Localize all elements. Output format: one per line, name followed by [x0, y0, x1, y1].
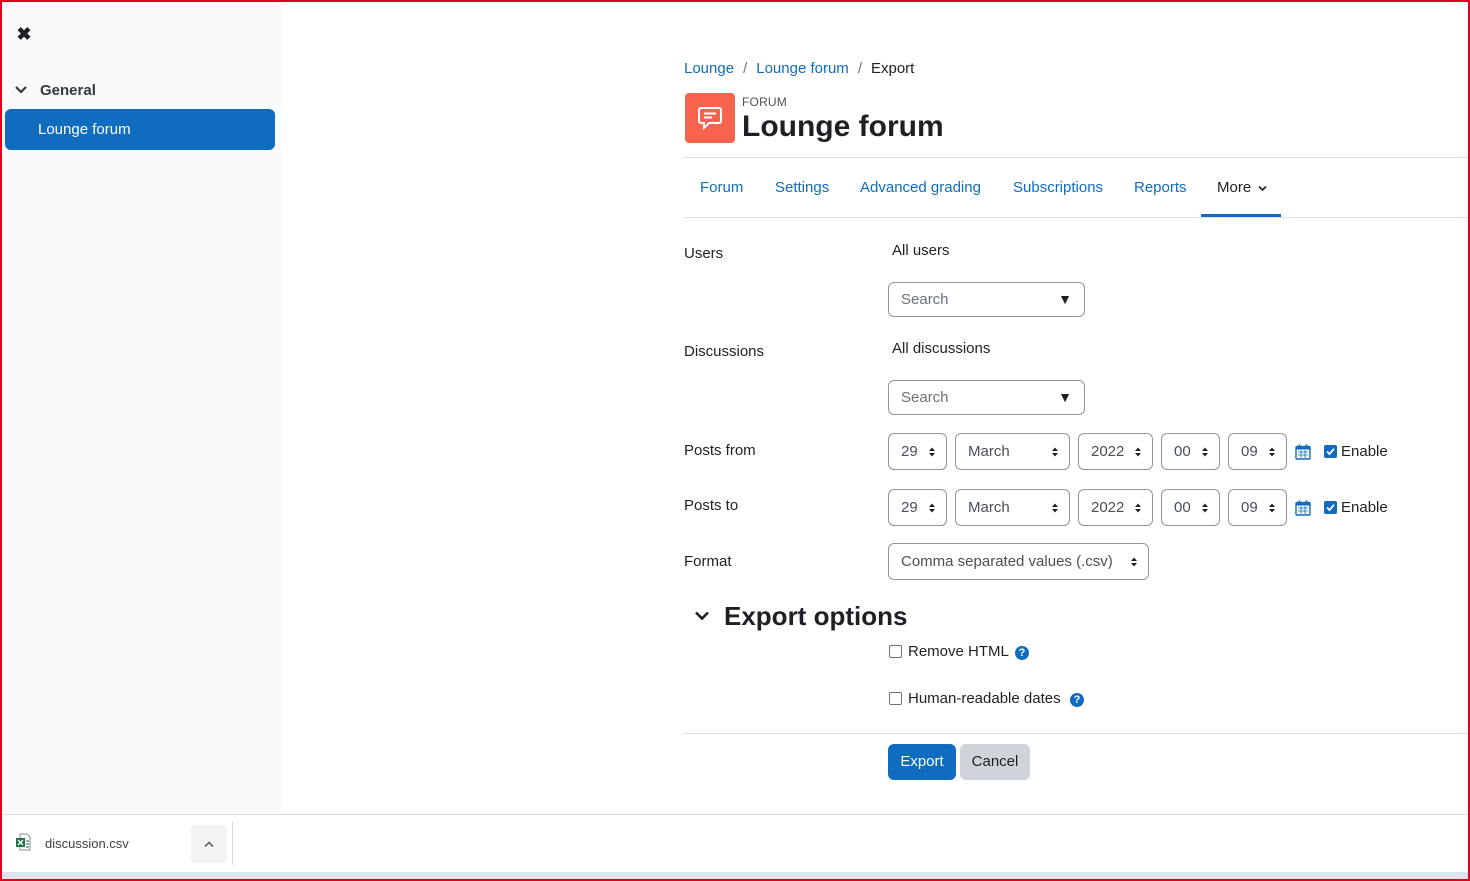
breadcrumb-separator: / [743, 60, 748, 77]
chevron-up-icon [204, 841, 214, 848]
posts-from-month-value: March [968, 443, 1010, 460]
breadcrumb-lounge-forum[interactable]: Lounge forum [756, 60, 849, 77]
breadcrumb: Lounge / Lounge forum / Export [684, 60, 914, 77]
posts-from-month-select[interactable]: March [955, 433, 1070, 470]
users-search-placeholder: Search [901, 291, 949, 308]
sort-arrows-icon [1202, 503, 1208, 513]
course-index-drawer: ✖ General Lounge forum [2, 2, 281, 813]
calendar-icon[interactable] [1295, 500, 1311, 516]
cancel-button[interactable]: Cancel [960, 744, 1030, 780]
chevron-down-icon [15, 86, 27, 94]
section-general-label: General [40, 81, 96, 99]
remove-html-label: Remove HTML [908, 643, 1009, 660]
help-icon[interactable]: ? [1015, 646, 1029, 660]
posts-to-minute-select[interactable]: 09 [1228, 489, 1287, 526]
download-bar: discussion.csv [2, 814, 1468, 873]
drawer-item-lounge-forum[interactable]: Lounge forum [5, 109, 275, 150]
posts-to-enable-checkbox[interactable] [1324, 501, 1337, 514]
module-type-label: FORUM [742, 95, 787, 109]
posts-from-label: Posts from [684, 442, 756, 459]
remove-html-checkbox[interactable] [889, 645, 902, 658]
posts-to-label: Posts to [684, 497, 739, 514]
format-label: Format [684, 553, 732, 570]
sort-arrows-icon [1131, 557, 1137, 567]
excel-file-icon [16, 833, 31, 851]
posts-to-hour-select[interactable]: 00 [1161, 489, 1220, 526]
chevron-down-icon[interactable] [694, 609, 710, 623]
posts-to-minute-value: 09 [1241, 499, 1258, 516]
secondary-navigation: Forum Settings Advanced grading Subscrip… [684, 157, 1468, 218]
posts-from-minute-select[interactable]: 09 [1228, 433, 1287, 470]
discussions-selection: All discussions [892, 340, 991, 357]
sort-arrows-icon [1269, 447, 1275, 457]
dropdown-triangle-icon: ▼ [1058, 291, 1072, 307]
sort-arrows-icon [929, 447, 935, 457]
download-options-button[interactable] [191, 825, 227, 863]
chat-bubble-icon [698, 107, 722, 131]
sort-arrows-icon [1052, 503, 1058, 513]
export-button[interactable]: Export [888, 744, 956, 780]
posts-from-year-value: 2022 [1091, 443, 1125, 460]
posts-to-enable-label: Enable [1341, 499, 1388, 516]
sort-arrows-icon [1202, 447, 1208, 457]
posts-from-enable-label: Enable [1341, 443, 1388, 460]
posts-to-hour-value: 00 [1174, 499, 1191, 516]
tab-settings[interactable]: Settings [775, 158, 829, 217]
format-select-value: Comma separated values (.csv) [901, 553, 1113, 570]
download-filename[interactable]: discussion.csv [45, 836, 129, 851]
sort-arrows-icon [1052, 447, 1058, 457]
posts-from-hour-value: 00 [1174, 443, 1191, 460]
tab-forum[interactable]: Forum [700, 158, 743, 217]
close-drawer-icon[interactable]: ✖ [14, 22, 34, 46]
posts-from-minute-value: 09 [1241, 443, 1258, 460]
human-readable-dates-checkbox[interactable] [889, 692, 902, 705]
page-title: Lounge forum [742, 110, 944, 143]
forum-icon [685, 93, 735, 143]
format-select[interactable]: Comma separated values (.csv) [888, 543, 1149, 580]
users-search-select[interactable]: Search ▼ [888, 282, 1085, 317]
posts-from-day-select[interactable]: 29 [888, 433, 947, 470]
download-divider [232, 821, 233, 865]
users-selection: All users [892, 242, 950, 259]
breadcrumb-separator: / [857, 60, 862, 77]
sort-arrows-icon [1135, 503, 1141, 513]
posts-from-hour-select[interactable]: 00 [1161, 433, 1220, 470]
chevron-down-icon [1258, 185, 1267, 192]
posts-to-year-select[interactable]: 2022 [1078, 489, 1153, 526]
tab-advanced-grading[interactable]: Advanced grading [860, 158, 981, 217]
sort-arrows-icon [929, 503, 935, 513]
tab-reports[interactable]: Reports [1134, 158, 1187, 217]
posts-to-month-value: March [968, 499, 1010, 516]
users-label: Users [684, 245, 724, 262]
help-icon[interactable]: ? [1070, 693, 1084, 707]
posts-from-day-value: 29 [901, 443, 918, 460]
discussions-label: Discussions [684, 343, 765, 360]
tab-more-label: More [1217, 179, 1252, 196]
tab-more[interactable]: More [1201, 158, 1281, 217]
posts-to-day-value: 29 [901, 499, 918, 516]
discussions-search-placeholder: Search [901, 389, 949, 406]
posts-to-year-value: 2022 [1091, 499, 1125, 516]
breadcrumb-lounge[interactable]: Lounge [684, 60, 734, 77]
sort-arrows-icon [1269, 503, 1275, 513]
export-options-heading[interactable]: Export options [724, 601, 907, 632]
discussions-search-select[interactable]: Search ▼ [888, 380, 1085, 415]
posts-from-year-select[interactable]: 2022 [1078, 433, 1153, 470]
form-divider [684, 733, 1468, 734]
posts-from-enable-checkbox[interactable] [1324, 445, 1337, 458]
breadcrumb-current: Export [870, 60, 915, 77]
checkmark-icon [1326, 448, 1335, 456]
sort-arrows-icon [1135, 447, 1141, 457]
dropdown-triangle-icon: ▼ [1058, 389, 1072, 405]
calendar-icon[interactable] [1295, 444, 1311, 460]
taskbar-strip [2, 872, 1468, 879]
human-readable-dates-label: Human-readable dates [908, 690, 1061, 707]
section-general[interactable]: General [14, 78, 96, 102]
posts-to-day-select[interactable]: 29 [888, 489, 947, 526]
checkmark-icon [1326, 504, 1335, 512]
posts-to-month-select[interactable]: March [955, 489, 1070, 526]
tab-subscriptions[interactable]: Subscriptions [1013, 158, 1103, 217]
